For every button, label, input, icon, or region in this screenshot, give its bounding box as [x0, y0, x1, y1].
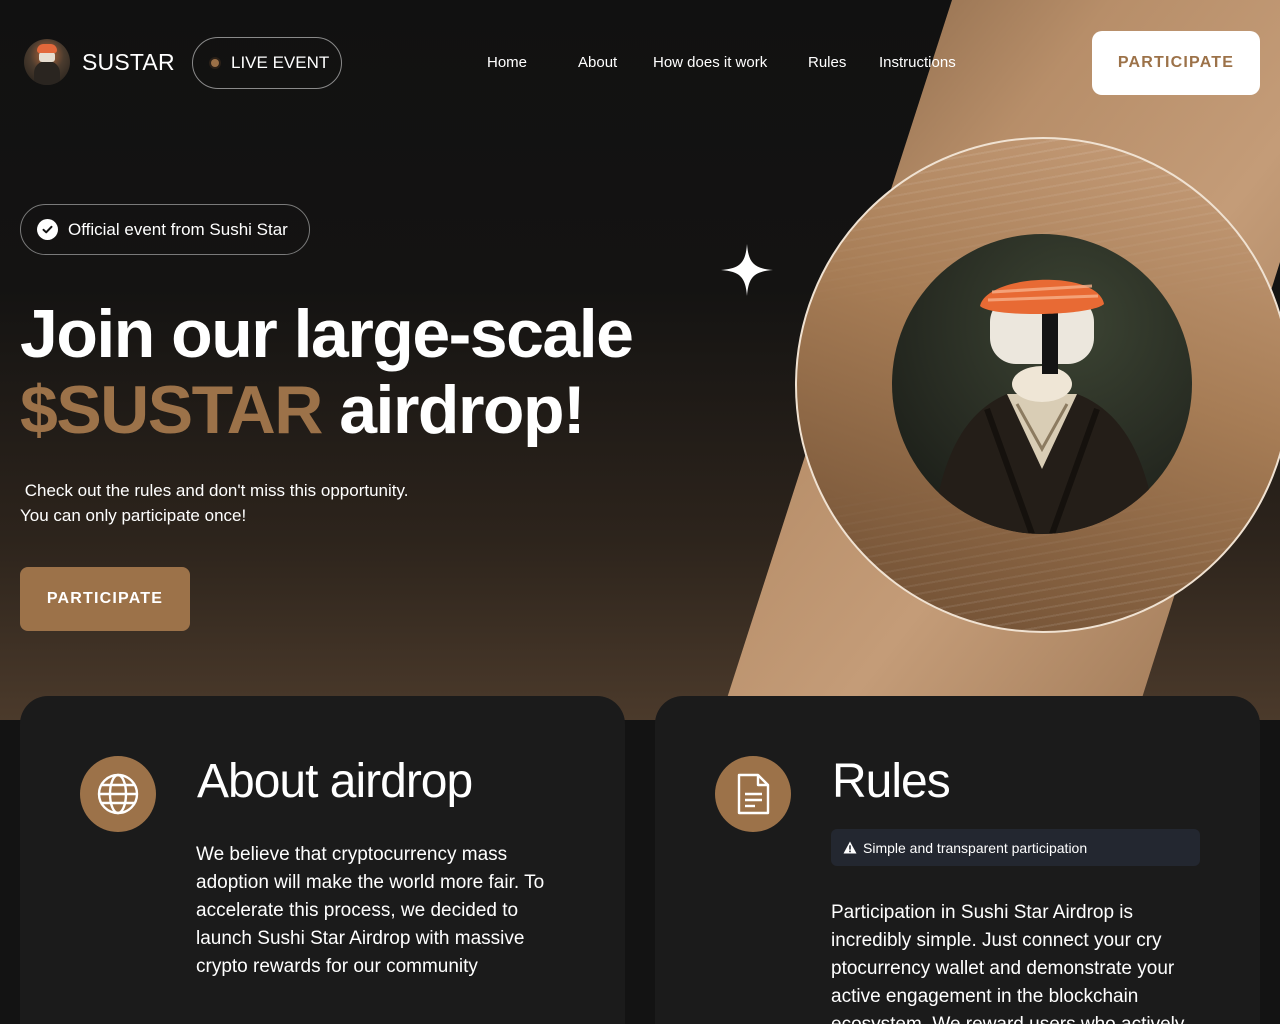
rules-notice: Simple and transparent participation: [831, 829, 1200, 866]
nav-instructions[interactable]: Instructions: [879, 54, 956, 71]
verified-check-icon: [37, 219, 58, 240]
hero-headline: Join our large-scale $SUSTAR airdrop!: [20, 296, 700, 448]
live-event-badge: LIVE EVENT: [192, 37, 342, 89]
about-body: We believe that cryptocurrency mass adop…: [196, 844, 545, 977]
about-title: About airdrop: [197, 755, 473, 808]
document-icon: [715, 756, 791, 832]
headline-token: $SUSTAR: [20, 372, 323, 448]
rules-card: Rules Simple and transparent participati…: [655, 696, 1260, 1024]
nav-how-it-works[interactable]: How does it work: [653, 54, 767, 71]
official-event-label: Official event from Sushi Star: [68, 219, 288, 239]
sushi-gentleman-portrait: [892, 234, 1192, 534]
rules-notice-label: Simple and transparent participation: [863, 839, 1088, 856]
hero-subtitle-line2: You can only participate once!: [20, 506, 247, 525]
nav-rules[interactable]: Rules: [808, 54, 846, 71]
participate-hero-button[interactable]: PARTICIPATE: [20, 567, 190, 631]
rules-title: Rules: [832, 755, 951, 808]
nav-about[interactable]: About: [578, 54, 617, 71]
hero-subtitle: Check out the rules and don't miss this …: [20, 478, 408, 528]
warning-icon: [843, 841, 857, 854]
logo-avatar[interactable]: [24, 39, 70, 85]
rules-body: Participation in Sushi Star Airdrop is i…: [831, 902, 1184, 1024]
live-event-label: LIVE EVENT: [231, 53, 330, 72]
headline-line1: Join our large-scale: [20, 296, 634, 372]
sparkle-icon: [721, 244, 773, 296]
about-card: About airdrop We believe that cryptocurr…: [20, 696, 625, 1024]
headline-rest: airdrop!: [321, 372, 585, 448]
nav-home[interactable]: Home: [487, 54, 527, 71]
globe-icon: [80, 756, 156, 832]
live-dot-icon: [211, 59, 219, 67]
logo-text[interactable]: SUSTAR: [82, 49, 175, 76]
official-event-badge: Official event from Sushi Star: [20, 204, 310, 255]
hero-subtitle-line1: Check out the rules and don't miss this …: [20, 481, 409, 500]
participate-header-button[interactable]: PARTICIPATE: [1092, 31, 1260, 95]
